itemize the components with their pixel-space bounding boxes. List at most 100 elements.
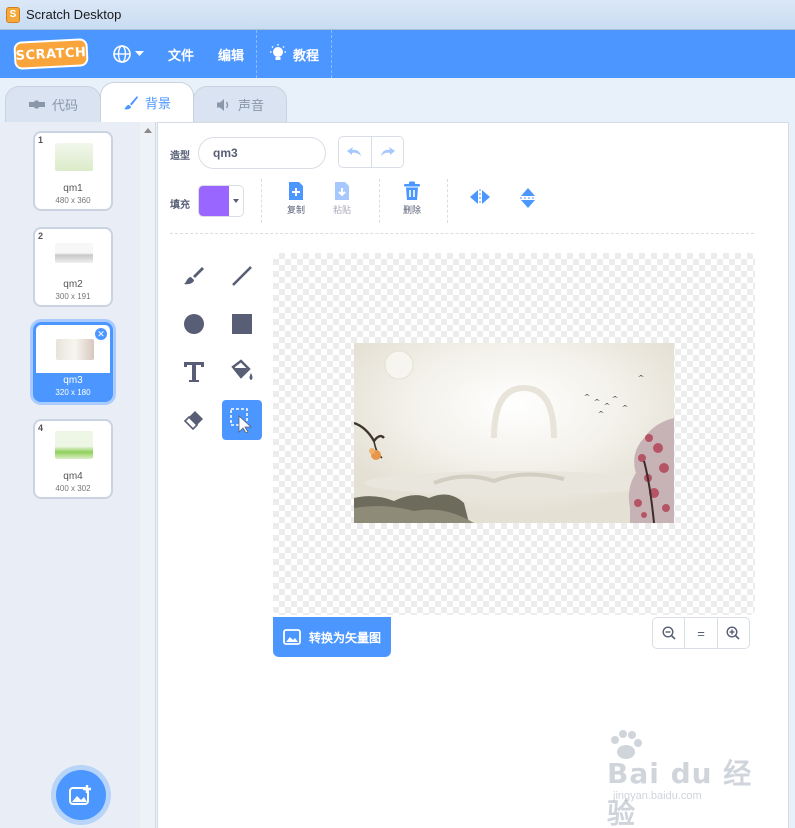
flip-horizontal-icon [470, 189, 490, 205]
backdrop-number: 2 [38, 231, 44, 241]
trash-icon [404, 181, 420, 200]
circle-icon [184, 314, 204, 334]
backdrop-size: 400 x 302 [55, 484, 91, 493]
backdrop-name: qm1 [63, 183, 83, 194]
window-title: Scratch Desktop [26, 7, 122, 22]
backdrop-number: 3 [39, 327, 45, 337]
menu-edit[interactable]: 编辑 [206, 30, 256, 78]
delete-backdrop-button[interactable]: ✕ [94, 327, 108, 341]
tab-code[interactable]: 代码 [5, 86, 102, 122]
zoom-reset-button[interactable]: = [684, 618, 716, 648]
choose-backdrop-button[interactable] [56, 770, 106, 820]
brush-tool[interactable] [174, 256, 214, 296]
paint-bucket-icon [231, 359, 253, 380]
globe-icon [113, 45, 131, 63]
fill-tool[interactable] [222, 352, 262, 392]
tutorials-label: 教程 [293, 47, 320, 63]
flip-horizontal-button[interactable] [462, 189, 498, 205]
backdrop-name: qm3 [63, 375, 83, 386]
scroll-up-arrow-icon[interactable] [144, 128, 152, 133]
zoom-in-icon [726, 626, 740, 640]
backdrop-thumbnail [55, 143, 93, 171]
zoom-controls: = [652, 617, 750, 649]
copy-button[interactable]: 复制 [278, 181, 314, 216]
delete-button[interactable]: 删除 [394, 181, 430, 216]
tab-backdrops-label: 背景 [145, 96, 172, 111]
chevron-down-icon [135, 51, 144, 56]
ink-landscape-painting [354, 343, 674, 523]
zoom-out-button[interactable] [653, 618, 684, 648]
select-tool[interactable] [222, 400, 262, 440]
tab-backdrops[interactable]: 背景 [100, 82, 195, 122]
backdrop-item[interactable]: 2 qm2 300 x 191 [33, 227, 113, 307]
rectangle-tool[interactable] [222, 304, 262, 344]
flip-vertical-button[interactable] [510, 187, 546, 209]
backdrop-item[interactable]: 1 qm1 480 x 360 [33, 131, 113, 211]
convert-to-vector-button[interactable]: 转换为矢量图 [273, 617, 391, 657]
paste-button[interactable]: 粘贴 [324, 181, 360, 216]
convert-to-vector-label: 转换为矢量图 [309, 630, 382, 645]
text-tool[interactable] [174, 352, 214, 392]
image-icon [283, 629, 301, 645]
toolbar-separator [170, 233, 754, 234]
costume-name-label: 造型 [170, 151, 190, 162]
backdrop-thumbnail [55, 431, 93, 459]
line-tool[interactable] [222, 256, 262, 296]
chevron-down-icon [229, 186, 243, 216]
paint-canvas[interactable] [273, 253, 755, 615]
tab-sounds-label: 声音 [238, 98, 265, 113]
delete-label: 删除 [402, 205, 421, 215]
backdrop-list-scrollbar[interactable] [140, 122, 156, 828]
baidu-watermark: Bai du 经验 jingyan.baidu.com [585, 730, 755, 828]
brush-icon [184, 267, 204, 285]
window-titlebar: S Scratch Desktop [0, 0, 795, 30]
text-icon [184, 362, 204, 382]
tab-sounds[interactable]: 声音 [193, 86, 288, 122]
backdrop-name: qm4 [63, 471, 83, 482]
copy-icon [289, 182, 303, 200]
fill-label: 填充 [170, 200, 190, 211]
paint-editor: 造型 qm3 填充 复制 粘贴 删除 转换为矢量图 = [157, 122, 789, 828]
circle-tool[interactable] [174, 304, 214, 344]
eraser-icon [183, 411, 203, 431]
zoom-in-button[interactable] [716, 618, 749, 648]
fill-color-picker[interactable] [198, 185, 244, 217]
speaker-icon [217, 98, 229, 111]
eraser-tool[interactable] [174, 400, 214, 440]
undo-redo-group [338, 136, 404, 168]
paste-icon [335, 182, 349, 200]
menu-file[interactable]: 文件 [156, 30, 206, 78]
zoom-out-icon [662, 626, 676, 640]
brush-icon [124, 95, 139, 109]
menu-divider [331, 30, 333, 78]
watermark-url: jingyan.baidu.com [613, 790, 702, 802]
backdrop-size: 480 x 360 [55, 196, 91, 205]
backdrop-image [354, 343, 674, 523]
redo-icon [381, 147, 396, 156]
menu-bar: SCRATCH 文件 编辑 教程 [0, 30, 795, 78]
toolbar-divider [379, 179, 380, 223]
costume-name-input[interactable]: qm3 [198, 137, 326, 169]
tab-code-label: 代码 [52, 98, 79, 113]
editor-tabs: 代码 背景 声音 [0, 78, 795, 122]
language-menu[interactable] [100, 30, 156, 78]
toolbar-divider [261, 179, 262, 223]
menu-tutorials[interactable]: 教程 [257, 30, 331, 78]
fill-color-swatch [199, 186, 230, 216]
line-icon [232, 266, 252, 286]
backdrop-size: 320 x 180 [55, 388, 91, 397]
backdrop-number: 4 [38, 423, 44, 433]
scratch-logo[interactable]: SCRATCH [13, 38, 89, 70]
backdrop-name: qm2 [63, 279, 83, 290]
backdrop-item-selected[interactable]: 3 ✕ qm3 320 x 180 [33, 322, 113, 402]
lightbulb-icon [270, 44, 287, 60]
paste-label: 粘贴 [332, 205, 351, 215]
copy-label: 复制 [286, 205, 305, 215]
backdrop-item[interactable]: 4 qm4 400 x 302 [33, 419, 113, 499]
flip-vertical-icon [520, 188, 536, 208]
backdrop-list: 1 qm1 480 x 360 2 qm2 300 x 191 3 ✕ qm3 … [0, 122, 140, 828]
undo-button[interactable] [339, 137, 371, 167]
toolbar-divider [447, 179, 448, 223]
redo-button[interactable] [370, 137, 403, 167]
backdrop-size: 300 x 191 [55, 292, 91, 301]
